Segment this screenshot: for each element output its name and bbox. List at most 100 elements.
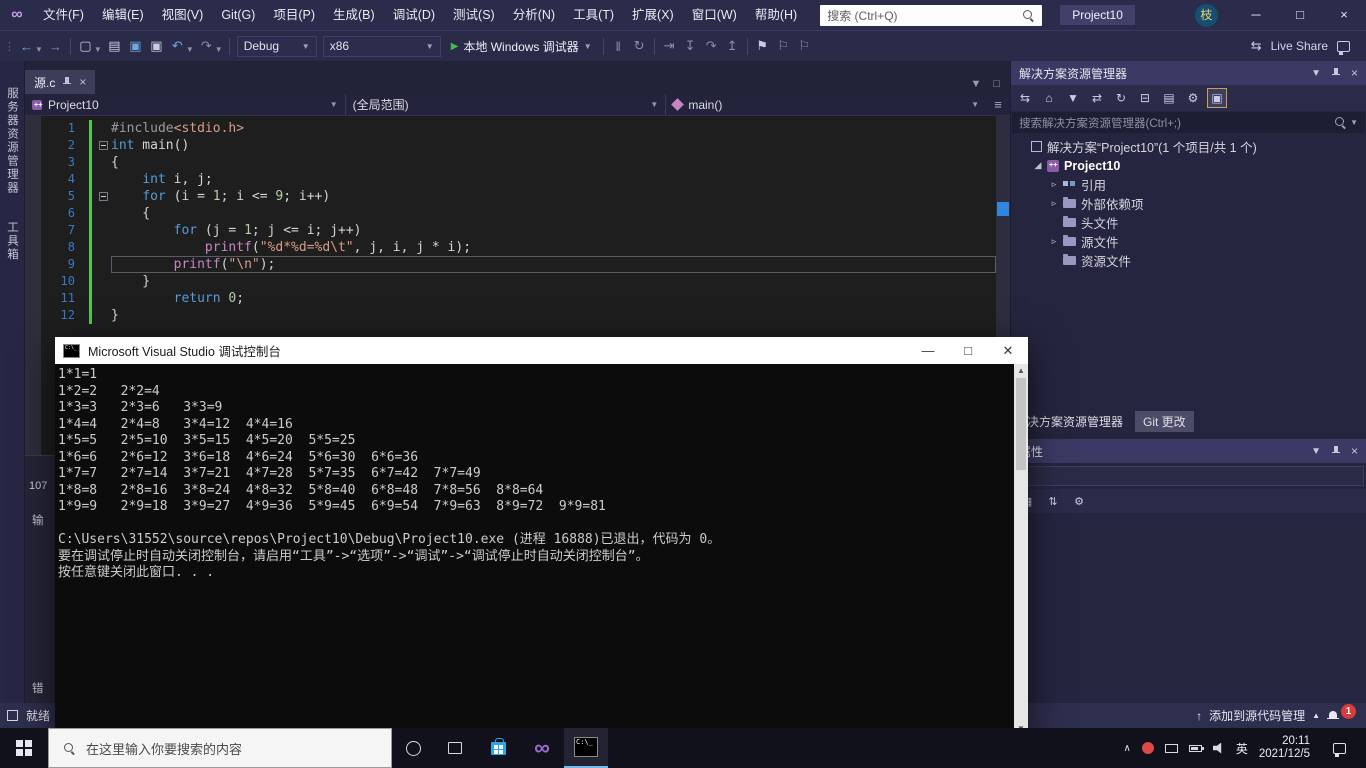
- tab-solution-explorer[interactable]: 解决方案资源管理器: [1015, 413, 1123, 430]
- menu-item[interactable]: 文件(F): [34, 0, 93, 30]
- next-bookmark-icon[interactable]: ⚐: [794, 36, 815, 57]
- tray-app-icon[interactable]: [1141, 742, 1154, 754]
- quick-search-box[interactable]: 搜索 (Ctrl+Q): [820, 4, 1043, 26]
- code-line[interactable]: 1 #include<stdio.h>: [41, 120, 996, 137]
- live-share-icon[interactable]: ⇆: [1251, 38, 1262, 54]
- feedback-icon[interactable]: [1337, 40, 1350, 55]
- code-line[interactable]: 12}: [41, 307, 996, 324]
- active-files-dropdown-icon[interactable]: ▼: [970, 78, 981, 90]
- refresh-icon[interactable]: ↻: [1111, 88, 1131, 108]
- cortana-button[interactable]: [392, 728, 434, 768]
- display-tray-icon[interactable]: [1164, 743, 1178, 753]
- task-view-button[interactable]: [434, 728, 476, 768]
- sync-with-active-document-icon[interactable]: ⇄: [1087, 88, 1107, 108]
- show-all-files-icon[interactable]: ▤: [1159, 88, 1179, 108]
- scroll-up-icon[interactable]: ▲: [1017, 364, 1025, 377]
- menu-item[interactable]: 工具(T): [564, 0, 623, 30]
- background-tasks-icon[interactable]: [7, 710, 18, 721]
- property-pages-icon[interactable]: ⚙: [1069, 491, 1089, 511]
- volume-icon[interactable]: [1212, 742, 1222, 754]
- battery-icon[interactable]: [1188, 744, 1204, 752]
- menu-item[interactable]: 分析(N): [504, 0, 564, 30]
- chevron-down-icon[interactable]: ▼: [215, 45, 223, 54]
- new-project-icon[interactable]: ▢: [75, 36, 96, 57]
- window-options-icon[interactable]: □: [993, 78, 1000, 90]
- start-button[interactable]: [0, 728, 48, 768]
- properties-icon[interactable]: ⚙: [1183, 88, 1203, 108]
- undo-icon[interactable]: ↶: [167, 36, 188, 57]
- step-over-icon[interactable]: ↷: [701, 36, 722, 57]
- menu-item[interactable]: 视图(V): [153, 0, 213, 30]
- add-to-source-control-button[interactable]: 添加到源代码管理: [1209, 707, 1305, 724]
- menu-item[interactable]: 测试(S): [444, 0, 504, 30]
- code-line[interactable]: 10 }: [41, 273, 996, 290]
- open-file-icon[interactable]: ▤: [104, 36, 125, 57]
- visual-studio-app-button[interactable]: ∞: [520, 728, 564, 768]
- expander-icon[interactable]: ▹: [1047, 179, 1061, 190]
- menu-item[interactable]: Git(G): [212, 0, 264, 30]
- pin-icon[interactable]: [1331, 67, 1341, 79]
- triangle-up-icon[interactable]: ▲: [1312, 711, 1320, 720]
- notifications-bell-icon[interactable]: [1327, 710, 1339, 722]
- expander-icon[interactable]: ◢: [1031, 160, 1045, 171]
- solution-platforms-dropdown[interactable]: x86 ▼: [322, 35, 441, 57]
- console-close-button[interactable]: ✕: [988, 337, 1028, 364]
- toolbox-tab[interactable]: 工具箱: [4, 221, 20, 262]
- fold-margin[interactable]: [95, 188, 111, 205]
- tree-item[interactable]: 解决方案“Project10”(1 个项目/共 1 个): [1011, 137, 1366, 156]
- pin-icon[interactable]: [62, 76, 72, 88]
- previous-bookmark-icon[interactable]: ⚐: [773, 36, 794, 57]
- tree-item[interactable]: 头文件: [1011, 213, 1366, 232]
- tree-item[interactable]: ▹ 引用: [1011, 175, 1366, 194]
- menu-item[interactable]: 项目(P): [264, 0, 324, 30]
- console-maximize-button[interactable]: □: [948, 337, 988, 364]
- menu-item[interactable]: 调试(D): [384, 0, 444, 30]
- server-explorer-tab[interactable]: 服务器资源管理器: [4, 87, 20, 195]
- code-line[interactable]: 6 {: [41, 205, 996, 222]
- chevron-down-icon[interactable]: ▼: [35, 45, 43, 54]
- code-line[interactable]: 5 for (i = 1; i <= 9; i++): [41, 188, 996, 205]
- tree-item[interactable]: ▹ 外部依赖项: [1011, 194, 1366, 213]
- show-next-statement-icon[interactable]: ⇥: [659, 36, 680, 57]
- hot-reload-icon[interactable]: ↻: [629, 36, 650, 57]
- notification-badge[interactable]: 1: [1341, 704, 1356, 719]
- preview-selected-items-icon[interactable]: ▣: [1207, 88, 1227, 108]
- code-line[interactable]: 8 printf("%d*%d=%d\t", j, i, j * i);: [41, 239, 996, 256]
- bookmark-icon[interactable]: ⚑: [752, 36, 773, 57]
- switch-views-icon[interactable]: ⇆: [1015, 88, 1035, 108]
- chevron-down-icon[interactable]: ▼: [94, 45, 102, 54]
- toolbar-grip-icon[interactable]: ⋮: [4, 40, 16, 53]
- console-minimize-button[interactable]: —: [908, 337, 948, 364]
- chevron-down-icon[interactable]: ▼: [1311, 446, 1321, 457]
- close-button[interactable]: ×: [1322, 0, 1366, 30]
- store-app-button[interactable]: [476, 728, 520, 768]
- chevron-down-icon[interactable]: ▼: [186, 45, 194, 54]
- fold-margin[interactable]: [95, 137, 111, 154]
- hidden-icons-chevron-icon[interactable]: ∧: [1123, 743, 1130, 754]
- expander-icon[interactable]: ▹: [1047, 198, 1061, 209]
- filter-icon[interactable]: ▼: [1063, 88, 1083, 108]
- properties-object-dropdown[interactable]: [1013, 466, 1364, 486]
- ime-indicator[interactable]: 英: [1236, 740, 1248, 757]
- save-icon[interactable]: ▣: [125, 36, 146, 57]
- tree-item[interactable]: ▹ 源文件: [1011, 232, 1366, 251]
- debug-console-window[interactable]: Microsoft Visual Studio 调试控制台 — □ ✕ 1*1=…: [55, 337, 1028, 735]
- member-dropdown[interactable]: main() ▼: [666, 94, 986, 115]
- menu-item[interactable]: 扩展(X): [623, 0, 683, 30]
- live-share-label[interactable]: Live Share: [1271, 39, 1328, 53]
- solution-configurations-dropdown[interactable]: Debug ▼: [236, 35, 317, 57]
- save-all-icon[interactable]: ▣: [146, 36, 167, 57]
- menu-item[interactable]: 帮助(H): [746, 0, 806, 30]
- breakpoints-icon[interactable]: ‖: [608, 36, 629, 57]
- collapse-icon[interactable]: [98, 192, 108, 201]
- project-dropdown[interactable]: Project10 ▼: [25, 94, 346, 115]
- home-icon[interactable]: ⌂: [1039, 88, 1059, 108]
- expander-icon[interactable]: ▹: [1047, 236, 1061, 247]
- navigate-forward-icon[interactable]: →: [45, 36, 66, 57]
- chevron-down-icon[interactable]: ▼: [1311, 68, 1321, 79]
- taskbar-search-box[interactable]: 在这里输入你要搜索的内容: [48, 728, 392, 768]
- scope-dropdown[interactable]: (全局范围) ▼: [346, 94, 667, 115]
- navigate-back-icon[interactable]: ←: [16, 36, 37, 57]
- tab-git-changes[interactable]: Git 更改: [1135, 411, 1194, 432]
- minimize-button[interactable]: ─: [1234, 0, 1278, 30]
